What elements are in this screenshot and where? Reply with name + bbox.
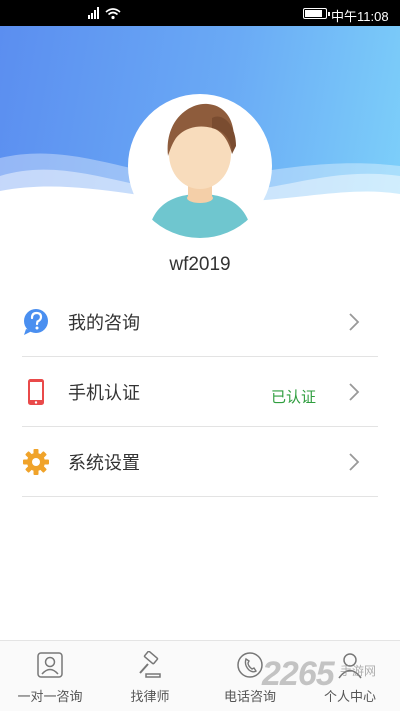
- menu-item-settings[interactable]: 系统设置: [22, 427, 378, 497]
- chevron-right-icon: [349, 313, 360, 331]
- username: wf2019: [169, 254, 231, 275]
- menu-item-label: 我的咨询: [68, 313, 140, 333]
- avatar-icon: [148, 103, 252, 238]
- consult-icon: [37, 652, 63, 678]
- gear-icon: [23, 449, 49, 475]
- menu-item-label: 系统设置: [68, 453, 140, 473]
- signal-wifi-icon: [88, 7, 121, 20]
- watermark-subtitle: 手游网: [340, 664, 377, 678]
- status-time: 中午11:08: [331, 9, 389, 24]
- verified-status: 已认证: [270, 389, 316, 406]
- question-icon: [24, 309, 48, 335]
- tab-label: 找律师: [130, 689, 170, 704]
- gavel-icon: [139, 651, 161, 678]
- phone-icon: [28, 379, 44, 405]
- tab-label: 一对一咨询: [17, 689, 83, 704]
- battery-icon: [303, 8, 330, 19]
- menu-list: 我的咨询 手机认证 已认证 系统设置: [22, 287, 378, 497]
- tab-one-on-one-consult[interactable]: 一对一咨询: [0, 641, 100, 711]
- battery-level: [305, 10, 322, 17]
- telephone-icon: [237, 652, 263, 678]
- tab-find-lawyer[interactable]: 找律师: [100, 641, 200, 711]
- menu-item-phone-verification[interactable]: 手机认证 已认证: [22, 357, 378, 427]
- chevron-right-icon: [349, 383, 360, 401]
- chevron-right-icon: [349, 453, 360, 471]
- menu-item-consultations[interactable]: 我的咨询: [22, 287, 378, 357]
- status-bar: 中午11:08: [0, 0, 400, 26]
- watermark-logo: 2265: [262, 655, 335, 693]
- avatar[interactable]: [128, 94, 272, 238]
- menu-item-label: 手机认证: [68, 383, 140, 403]
